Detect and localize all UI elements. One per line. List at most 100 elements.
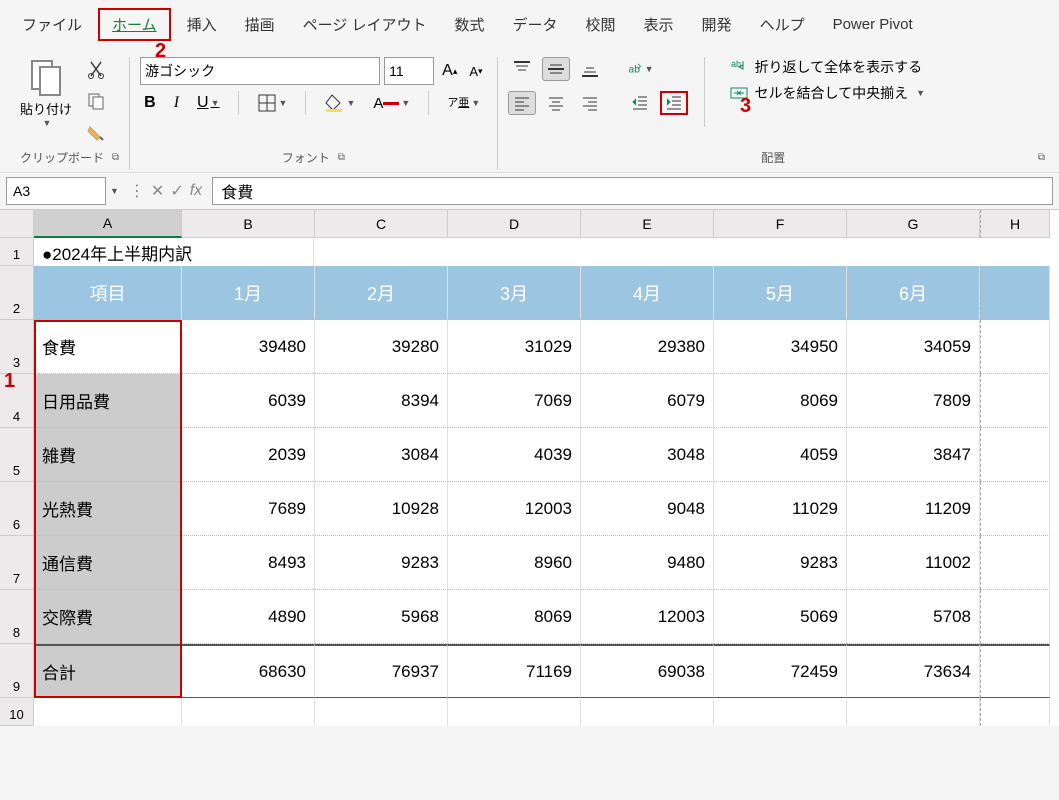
cell[interactable] [980,536,1050,590]
col-header-A[interactable]: A [34,210,182,238]
select-all-corner[interactable] [0,210,34,238]
header-cell[interactable]: 1月 [182,266,315,320]
data-cell[interactable]: 7809 [847,374,980,428]
col-header-F[interactable]: F [714,210,847,238]
row-label-cell[interactable]: 雑費 [34,428,182,482]
font-color-button[interactable]: A▼ [369,93,414,114]
data-cell[interactable]: 8069 [714,374,847,428]
merge-center-button[interactable]: セルを結合して中央揃え ▼ [729,83,926,103]
data-cell[interactable]: 4059 [714,428,847,482]
row-header-6[interactable]: 6 [0,482,34,536]
menu-help[interactable]: ヘルプ [748,10,817,39]
data-cell[interactable]: 39480 [182,320,315,374]
data-cell[interactable]: 5968 [315,590,448,644]
data-cell[interactable]: 9283 [714,536,847,590]
align-top-button[interactable] [508,57,536,81]
row-header-9[interactable]: 9 [0,644,34,698]
menu-power-pivot[interactable]: Power Pivot [821,12,925,37]
fill-color-button[interactable]: ▼ [320,91,359,115]
col-header-G[interactable]: G [847,210,980,238]
align-middle-button[interactable] [542,57,570,81]
decrease-indent-button[interactable] [626,91,654,115]
row-label-cell[interactable]: 光熱費 [34,482,182,536]
data-cell[interactable]: 8493 [182,536,315,590]
row-header-10[interactable]: 10 [0,698,34,726]
row-header-7[interactable]: 7 [0,536,34,590]
cell[interactable] [980,428,1050,482]
data-cell[interactable]: 72459 [714,644,847,698]
cell[interactable] [980,698,1050,726]
font-name-select[interactable] [140,57,380,85]
cancel-icon[interactable]: ✕ [151,181,164,201]
menu-view[interactable]: 表示 [632,10,686,39]
decrease-font-button[interactable]: A▾ [465,62,486,81]
format-painter-button[interactable] [82,121,110,145]
data-cell[interactable]: 31029 [448,320,581,374]
cell[interactable] [980,482,1050,536]
header-cell[interactable]: 5月 [714,266,847,320]
data-cell[interactable]: 9283 [315,536,448,590]
copy-button[interactable] [82,89,110,113]
data-cell[interactable]: 69038 [581,644,714,698]
data-cell[interactable]: 4039 [448,428,581,482]
fx-icon[interactable]: fx [190,182,202,200]
cell[interactable] [581,698,714,726]
chevron-down-icon[interactable]: ▼ [110,186,119,196]
data-cell[interactable]: 3084 [315,428,448,482]
align-left-button[interactable] [508,91,536,115]
bold-button[interactable]: B [140,92,160,114]
header-cell[interactable]: 4月 [581,266,714,320]
data-cell[interactable]: 12003 [581,590,714,644]
row-header-1[interactable]: 1 [0,238,34,266]
data-cell[interactable]: 9048 [581,482,714,536]
data-cell[interactable]: 6079 [581,374,714,428]
data-cell[interactable]: 12003 [448,482,581,536]
data-cell[interactable]: 7069 [448,374,581,428]
formula-input[interactable] [212,177,1053,205]
row-label-cell[interactable]: 交際費 [34,590,182,644]
row-header-2[interactable]: 2 [0,266,34,320]
row-label-cell[interactable]: 食費 [34,320,182,374]
data-cell[interactable]: 73634 [847,644,980,698]
row-label-cell[interactable]: 通信費 [34,536,182,590]
cell-title[interactable]: ●2024年上半期内訳 [34,238,314,266]
menu-review[interactable]: 校閲 [574,10,628,39]
col-header-D[interactable]: D [448,210,581,238]
orientation-button[interactable]: ab▼ [626,57,654,81]
header-cell[interactable]: 6月 [847,266,980,320]
cell[interactable] [315,698,448,726]
data-cell[interactable]: 34950 [714,320,847,374]
dialog-launcher-icon[interactable]: ⧉ [1038,152,1045,163]
dialog-launcher-icon[interactable]: ⧉ [112,152,119,163]
data-cell[interactable]: 76937 [315,644,448,698]
header-cell[interactable]: 2月 [315,266,448,320]
row-header-8[interactable]: 8 [0,590,34,644]
menu-developer[interactable]: 開発 [690,10,744,39]
menu-page-layout[interactable]: ページ レイアウト [291,10,439,39]
data-cell[interactable]: 71169 [448,644,581,698]
header-cell[interactable]: 3月 [448,266,581,320]
data-cell[interactable]: 6039 [182,374,315,428]
menu-insert[interactable]: 挿入 [175,10,229,39]
data-cell[interactable]: 34059 [847,320,980,374]
cell[interactable] [182,698,315,726]
paste-button[interactable]: 貼り付け ▼ [20,57,72,128]
row-label-cell[interactable]: 合計 [34,644,182,698]
data-cell[interactable]: 8960 [448,536,581,590]
cell[interactable] [34,698,182,726]
row-header-3[interactable]: 3 [0,320,34,374]
phonetic-button[interactable]: ア亜▼ [443,96,484,111]
data-cell[interactable]: 7689 [182,482,315,536]
increase-indent-button[interactable] [660,91,688,115]
dialog-launcher-icon[interactable]: ⧉ [338,152,345,163]
col-header-E[interactable]: E [581,210,714,238]
data-cell[interactable]: 8069 [448,590,581,644]
data-cell[interactable]: 5708 [847,590,980,644]
cell[interactable] [847,698,980,726]
align-center-button[interactable] [542,91,570,115]
align-right-button[interactable] [576,91,604,115]
data-cell[interactable]: 39280 [315,320,448,374]
data-cell[interactable]: 3048 [581,428,714,482]
col-header-B[interactable]: B [182,210,315,238]
menu-home[interactable]: ホーム [98,8,171,41]
